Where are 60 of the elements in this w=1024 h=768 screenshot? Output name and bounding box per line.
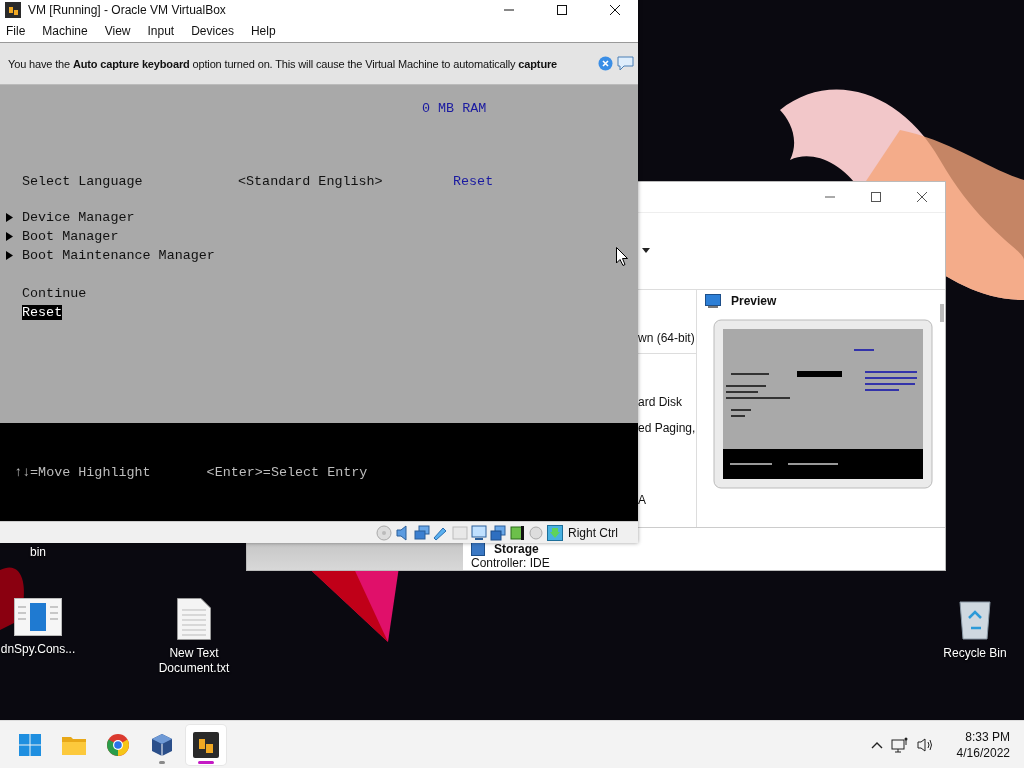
text-file-icon[interactable] [177,598,211,640]
app-icon [5,2,21,18]
dropdown-arrow-icon[interactable] [642,248,650,254]
host-key-text: Right Ctrl [568,525,618,540]
boot-menu-item[interactable]: Boot Maintenance Manager [22,248,215,263]
chevron-up-icon[interactable] [870,740,883,749]
windows-logo-icon [19,733,41,756]
close-icon [917,191,927,202]
app-window-icon[interactable] [14,598,62,636]
language-label: Select Language [22,174,144,189]
monitor-icon [705,293,721,309]
menu-item[interactable]: Machine [42,24,88,38]
mouse-pointer-icon [616,247,628,266]
disc-icon [376,524,392,541]
maximize-icon [871,191,881,202]
boot-menu-item[interactable]: Device Manager [22,210,135,225]
clock-time[interactable]: 8:33 PM [965,728,1010,745]
desktop-icon-label[interactable]: dnSpy.Cons... [0,642,76,657]
desktop-icon-label[interactable]: New Text Document.txt [156,646,232,676]
preview-title: Preview [731,294,777,309]
language-value[interactable]: <Standard English> [238,174,453,189]
triangle-icon [6,232,13,241]
menu-item[interactable]: Input [147,24,175,38]
arrow-down-icon [547,524,563,541]
detail-text: ed Paging, [638,420,696,435]
key-hint: <Enter>=Select Entry [206,464,368,480]
key-hint: ↑↓=Move Highlight [14,464,151,480]
reset-text: Reset [453,174,494,189]
memory-text: 0 MB RAM [421,100,488,116]
storage-controller-text: Controller: IDE [471,557,551,570]
cube-icon [151,732,173,757]
menu-item[interactable]: View [104,24,131,38]
close-icon [610,5,620,15]
recycle-bin-icon[interactable] [957,598,993,640]
menu-item[interactable]: Help [250,24,276,38]
triangle-icon [6,251,13,260]
clock-date[interactable]: 4/16/2022 [956,744,1010,761]
monitor-icon [471,524,487,541]
detail-text: A [638,492,647,507]
boot-menu-item[interactable]: Continue [22,286,87,301]
window-title: VM [Running] - Oracle VM VirtualBox [28,3,226,17]
boot-menu-item[interactable]: Boot Manager [22,229,119,244]
maximize-icon [557,5,567,15]
browser-icon [107,733,129,756]
desktop-icon-label[interactable]: Recycle Bin [943,646,1007,661]
desktop-icon-label[interactable]: bin [30,545,46,560]
notification-text: You have the Auto capture keyboard option turned on. This will cause the Virtual Machine to automatically capture [8,57,559,70]
boot-menu-item[interactable]: Reset [22,305,63,320]
speaker-icon[interactable] [916,736,935,753]
triangle-icon [6,213,13,222]
close-icon[interactable] [598,56,613,71]
scrollbar-thumb[interactable] [940,303,944,322]
taskbar-button[interactable] [186,724,226,765]
detail-text: ard Disk [638,394,683,409]
app-icon [193,731,219,758]
menu-item[interactable]: File [6,24,26,38]
network-icon[interactable] [890,736,909,753]
menu-item[interactable]: Devices [191,24,234,38]
network-icon [414,524,430,541]
section-title: Storage [494,542,539,556]
